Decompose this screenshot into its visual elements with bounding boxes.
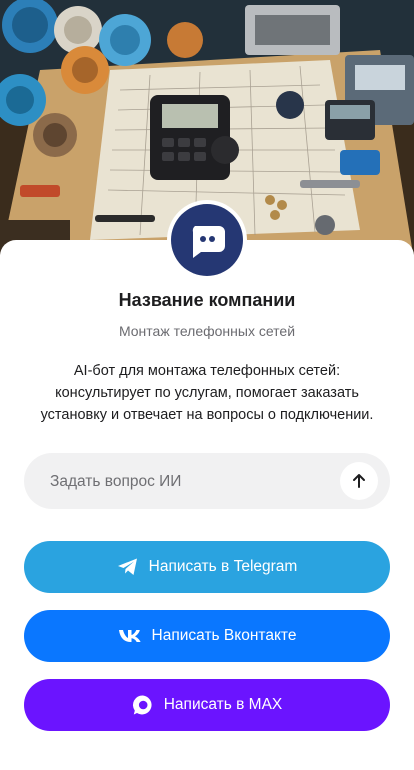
chatbot-icon [192,226,225,258]
vk-icon [118,629,142,643]
company-subtitle: Монтаж телефонных сетей [118,323,296,339]
avatar [167,200,247,280]
ask-ai-box [24,453,390,511]
vk-button[interactable]: Написать Вконтакте [24,610,390,662]
telegram-icon [117,557,139,577]
avatar-circle [171,204,243,276]
company-name: Название компании [118,290,296,310]
telegram-button[interactable]: Написать в Telegram [24,541,390,593]
ask-ai-input[interactable] [48,453,342,511]
max-button-label: Написать в MAX [163,696,283,713]
telegram-button-label: Написать в Telegram [148,558,298,575]
arrow-up-icon [353,474,365,488]
company-description: AI-бот для монтажа телефонных сетей: кон… [40,363,374,423]
send-button[interactable] [340,462,378,500]
max-button[interactable]: Написать в MAX [24,679,390,731]
vk-button-label: Написать Вконтакте [151,627,297,644]
max-icon [132,694,154,716]
